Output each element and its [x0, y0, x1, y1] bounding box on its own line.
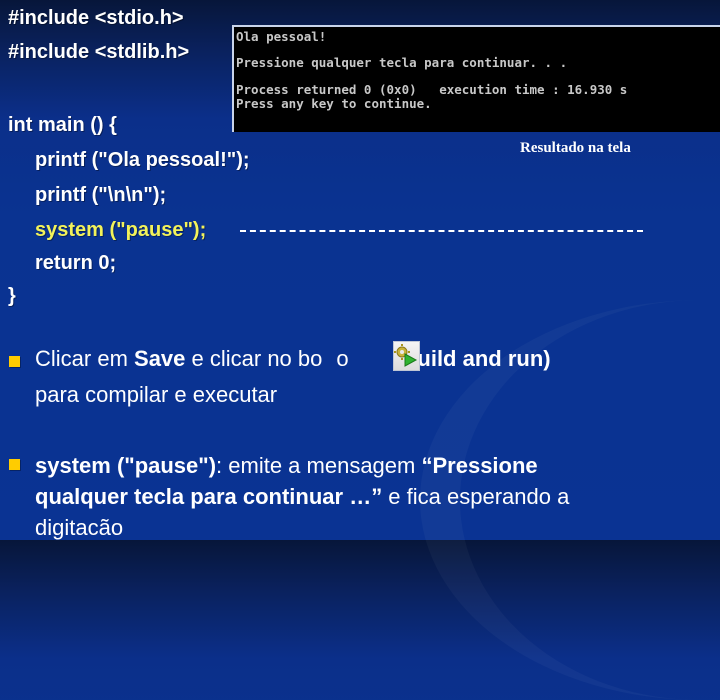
save-keyword: Save — [134, 346, 186, 371]
bullet-2-quote: “Pressione — [421, 453, 538, 478]
code-line-close-brace: } — [8, 285, 16, 307]
bullet-2-line-2: qualquer tecla para continuar …” e fica … — [35, 482, 569, 512]
bullet-2-line-1: system ("pause"): emite a mensagem “Pres… — [35, 451, 538, 481]
code-line-return: return 0; — [35, 252, 117, 274]
code-line-include-stdlib: #include <stdlib.h> — [8, 41, 190, 63]
bullet-1-line-2: para compilar e executar — [35, 382, 278, 407]
dashed-connector-line — [240, 230, 643, 232]
code-line-main: int main () { — [8, 114, 117, 136]
system-pause-keyword: system ("pause") — [35, 453, 217, 478]
bullet-marker — [9, 459, 20, 470]
bullet-1-line-1: Clicar em Save e clicar no bo o (build and… — [35, 344, 551, 374]
bullet-1-text: Clicar em — [35, 346, 135, 371]
bullet-2-text: : emite a mensagem — [216, 453, 422, 478]
console-line-pressione: Pressione qualquer tecla para continuar.… — [236, 55, 568, 70]
code-line-printf-newlines: printf ("\n\n"); — [35, 184, 167, 206]
bullet-marker — [9, 356, 20, 367]
console-output-window: Ola pessoal! Pressione qualquer tecla pa… — [232, 25, 720, 132]
result-caption: Resultado na tela — [520, 140, 631, 156]
bullet-1-text: e clicar no bo — [185, 346, 323, 371]
bullet-2-line-3: digitacão — [35, 515, 124, 540]
code-line-include-stdio: #include <stdio.h> — [8, 7, 184, 29]
console-line-press-any-key: Press any key to continue. — [236, 96, 432, 111]
build-and-run-icon[interactable] — [393, 341, 420, 371]
code-line-system-pause: system ("pause"); — [35, 219, 207, 241]
code-line-printf-ola: printf ("Ola pessoal!"); — [35, 149, 250, 171]
gear-play-icon — [394, 344, 418, 367]
bullet-1-text: o — [336, 346, 349, 371]
bullet-2-quote: qualquer tecla para continuar …” — [35, 484, 383, 509]
console-line-ola: Ola pessoal! — [236, 29, 327, 44]
bullet-2-text: e fica esperando a — [382, 484, 570, 509]
console-line-process-returned: Process returned 0 (0x0) execution time … — [236, 82, 628, 97]
